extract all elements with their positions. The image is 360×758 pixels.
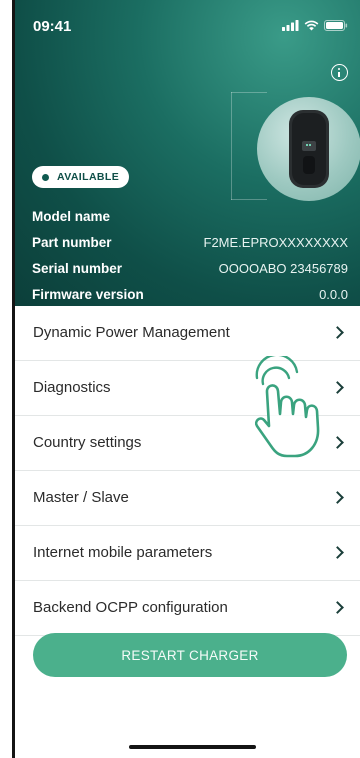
menu-item-dynamic-power-management[interactable]: Dynamic Power Management	[15, 306, 360, 361]
settings-menu: Dynamic Power Management Diagnostics Cou…	[15, 306, 360, 636]
menu-item-label: Internet mobile parameters	[33, 544, 213, 561]
chevron-right-icon	[331, 546, 344, 559]
menu-item-label: Backend OCPP configuration	[33, 599, 228, 616]
menu-item-label: Master / Slave	[33, 489, 129, 506]
ev-charger-icon	[289, 110, 329, 188]
spec-row-model-name: Model name	[32, 209, 348, 229]
chevron-right-icon	[331, 381, 344, 394]
menu-item-internet-mobile-parameters[interactable]: Internet mobile parameters	[15, 526, 360, 581]
menu-item-diagnostics[interactable]: Diagnostics	[15, 361, 360, 416]
info-icon[interactable]	[331, 64, 348, 81]
status-bar: 09:41	[15, 0, 360, 44]
decorative-line	[231, 92, 232, 200]
spec-label: Model name	[32, 209, 111, 224]
status-time: 09:41	[33, 18, 72, 35]
restart-charger-button[interactable]: RESTART CHARGER	[33, 633, 347, 677]
battery-icon	[324, 20, 348, 31]
menu-item-label: Diagnostics	[33, 379, 111, 396]
menu-item-label: Country settings	[33, 434, 142, 451]
chevron-right-icon	[331, 491, 344, 504]
spec-row-part-number: Part number F2ME.EPROXXXXXXXX	[32, 235, 348, 255]
spec-label: Part number	[32, 235, 112, 250]
spec-value: 0.0.0	[319, 287, 348, 302]
decorative-line	[231, 199, 267, 200]
spec-label: Firmware version	[32, 287, 144, 302]
status-icons	[282, 20, 348, 31]
spec-value: F2ME.EPROXXXXXXXX	[203, 235, 349, 250]
chevron-right-icon	[331, 601, 344, 614]
signal-icon	[282, 20, 299, 31]
chevron-right-icon	[331, 436, 344, 449]
app-screen: 09:41 AVAILABLE Model name Part number F…	[15, 0, 360, 758]
chevron-right-icon	[331, 326, 344, 339]
decorative-line	[231, 92, 267, 93]
charger-image-circle	[257, 97, 360, 201]
spec-label: Serial number	[32, 261, 123, 276]
charger-header: 09:41 AVAILABLE Model name Part number F…	[15, 0, 360, 306]
wifi-icon	[304, 20, 319, 31]
spec-row-serial-number: Serial number OOOOABO 23456789	[32, 261, 348, 281]
menu-item-master-slave[interactable]: Master / Slave	[15, 471, 360, 526]
spec-value: OOOOABO 23456789	[218, 261, 348, 276]
status-dot-icon	[42, 173, 49, 181]
spec-row-firmware-version: Firmware version 0.0.0	[32, 287, 348, 307]
menu-item-country-settings[interactable]: Country settings	[15, 416, 360, 471]
status-badge: AVAILABLE	[32, 166, 130, 188]
menu-item-backend-ocpp-configuration[interactable]: Backend OCPP configuration	[15, 581, 360, 636]
menu-item-label: Dynamic Power Management	[33, 324, 230, 341]
home-indicator	[129, 745, 256, 749]
status-badge-label: AVAILABLE	[57, 171, 120, 183]
